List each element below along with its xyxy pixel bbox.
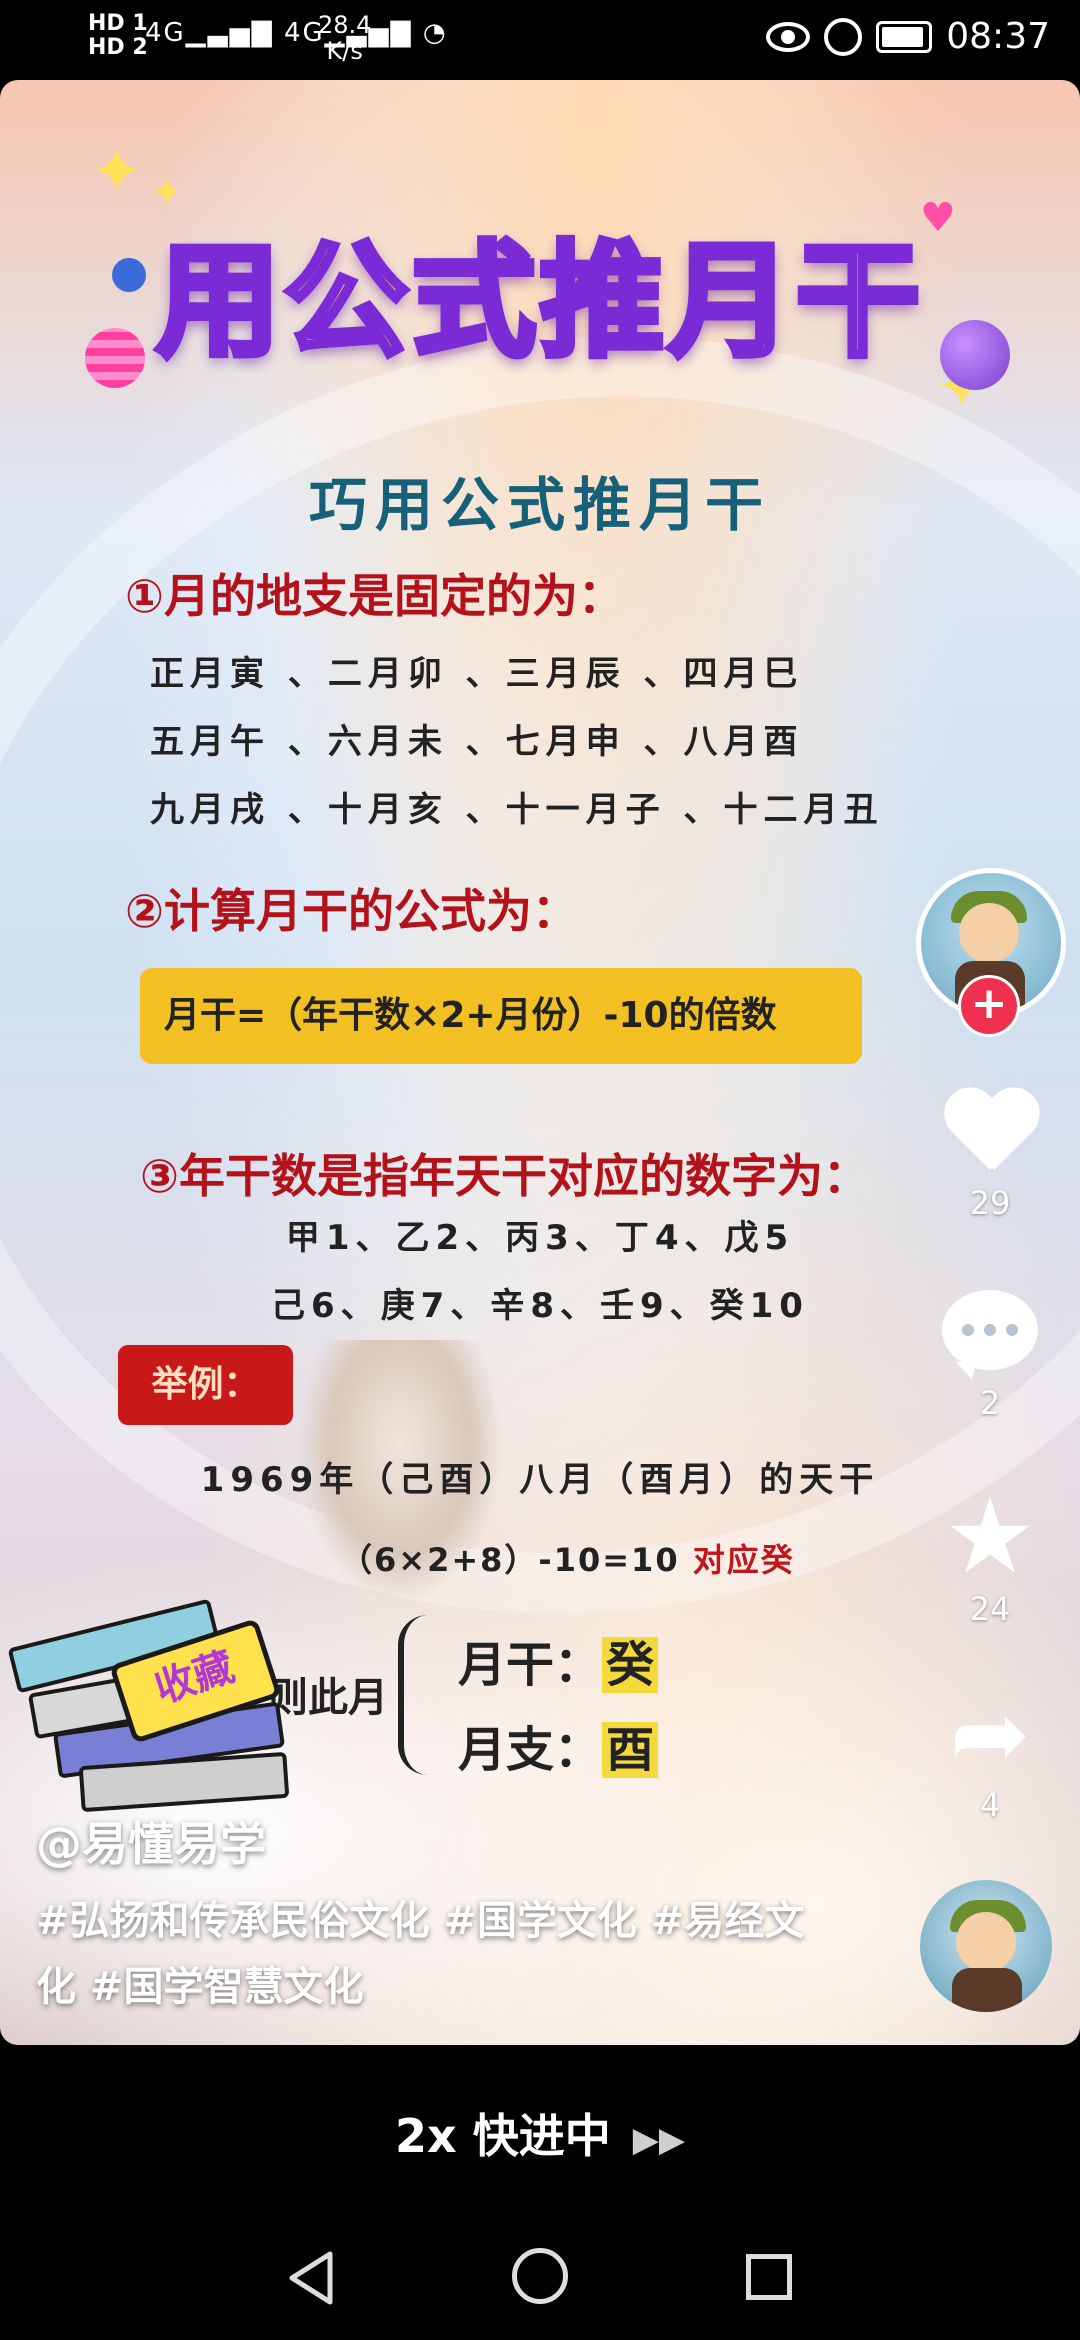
share-count: 4 <box>979 1786 1001 1824</box>
home-icon[interactable] <box>512 2248 568 2304</box>
section3-line-2: 己6、庚7、辛8、壬9、癸10 <box>271 1286 809 1326</box>
section1-line-3: 九月戌 、十月亥 、十一月子 、十二月丑 <box>150 790 884 830</box>
video-player[interactable]: ✦ ✦ ✦ ♥ 用公式推月干 巧用公式推月干 ①月的地支是固定的为： 正月寅 、… <box>0 80 1080 2045</box>
section3-heading: ③年干数是指年天干对应的数字为： <box>140 1149 869 1203</box>
speed-unit: K/s <box>326 37 363 65</box>
sparkle-icon: ✦ <box>90 135 144 209</box>
share-button[interactable]: ➦ 4 <box>930 1686 1050 1824</box>
month-stem-result: 月干：癸 <box>458 1625 659 1695</box>
speed-value: 28.4 <box>318 11 372 39</box>
month-branch-result: 月支：酉 <box>458 1710 659 1780</box>
back-icon[interactable] <box>286 2250 336 2306</box>
formula-box: 月干=（年干数×2+月份）-10的倍数 <box>140 968 862 1064</box>
comment-button[interactable]: 2 <box>930 1290 1050 1422</box>
section2-heading: ②计算月干的公式为： <box>125 884 578 938</box>
sim2-label: HD 2 <box>88 35 148 60</box>
brace-decoration <box>398 1615 434 1775</box>
network-speed: 28.4 K/s <box>318 12 371 64</box>
battery-icon <box>876 20 933 53</box>
author-name[interactable]: @易懂易学 <box>36 1808 266 1874</box>
month-stem-value: 癸 <box>602 1637 659 1693</box>
comment-icon <box>942 1290 1038 1380</box>
wifi-icon: ◔ <box>422 18 448 48</box>
disc-face-shape <box>956 1912 1016 1972</box>
status-bar: HD 1 HD 2 4G▁▃▅▇ 4G▁▃▅▇ ◔ 28.4 K/s 08:37 <box>0 0 1080 80</box>
example-expression-text: （6×2+8）-10=10 <box>340 1541 680 1579</box>
fast-forward-icon: ▶▶ <box>632 2119 685 2160</box>
follow-button[interactable]: + <box>958 975 1020 1037</box>
main-title: 用公式推月干 <box>153 227 924 377</box>
clock-time: 08:37 <box>946 16 1050 57</box>
comment-count: 2 <box>979 1384 1001 1422</box>
section3-line-1: 甲1、乙2、丙3、丁4、戊5 <box>285 1218 795 1258</box>
signal-icons: 4G▁▃▅▇ 4G▁▃▅▇ ◔ <box>145 18 448 48</box>
recents-icon[interactable] <box>746 2254 792 2300</box>
example-badge: 举例： <box>118 1345 293 1425</box>
status-right: 08:37 <box>766 16 1050 57</box>
example-expression: （6×2+8）-10=10 对应癸 <box>340 1535 795 1581</box>
section1-line-1: 正月寅 、二月卯 、三月辰 、四月巳 <box>150 654 804 694</box>
navigation-bar <box>0 2220 1080 2340</box>
sub-title: 巧用公式推月干 <box>308 471 771 539</box>
signal-bars-icon: ▁▃▅▇ <box>185 18 274 48</box>
music-disc[interactable] <box>920 1880 1052 2012</box>
month-stem-label: 月干： <box>458 1637 603 1693</box>
fast-forward-indicator: 2x 快进中 ▶▶ <box>0 2100 1080 2166</box>
sim1-label: HD 1 <box>88 11 148 36</box>
eye-icon <box>766 21 811 52</box>
example-line-1: 1969年（己酉）八月（酉月）的天干 <box>200 1460 880 1500</box>
like-button[interactable]: 29 <box>930 1090 1050 1222</box>
like-count: 29 <box>969 1184 1011 1222</box>
share-icon: ➦ <box>949 1678 1031 1790</box>
section1-line-2: 五月午 、六月未 、七月申 、八月酉 <box>150 722 804 762</box>
alarm-icon <box>824 17 863 56</box>
month-branch-label: 月支： <box>458 1722 603 1778</box>
hashtags[interactable]: #弘扬和传承民俗文化 #国学文化 #易经文化 #国学智慧文化 <box>36 1888 816 2020</box>
heart-icon <box>942 1090 1038 1180</box>
favorite-button[interactable]: ★ 24 <box>930 1475 1050 1628</box>
month-branch-value: 酉 <box>602 1722 659 1778</box>
example-result-text: 对应癸 <box>692 1541 795 1579</box>
disc-body-shape <box>952 1968 1022 2012</box>
avatar-face-shape <box>959 903 1019 963</box>
network-indicator: HD 1 HD 2 <box>88 12 148 60</box>
speed-text: 2x 快进中 <box>395 2109 611 2163</box>
signal-4g-label: 4G <box>145 18 186 48</box>
star-icon: ★ <box>943 1475 1037 1597</box>
section1-heading: ①月的地支是固定的为： <box>125 569 624 623</box>
